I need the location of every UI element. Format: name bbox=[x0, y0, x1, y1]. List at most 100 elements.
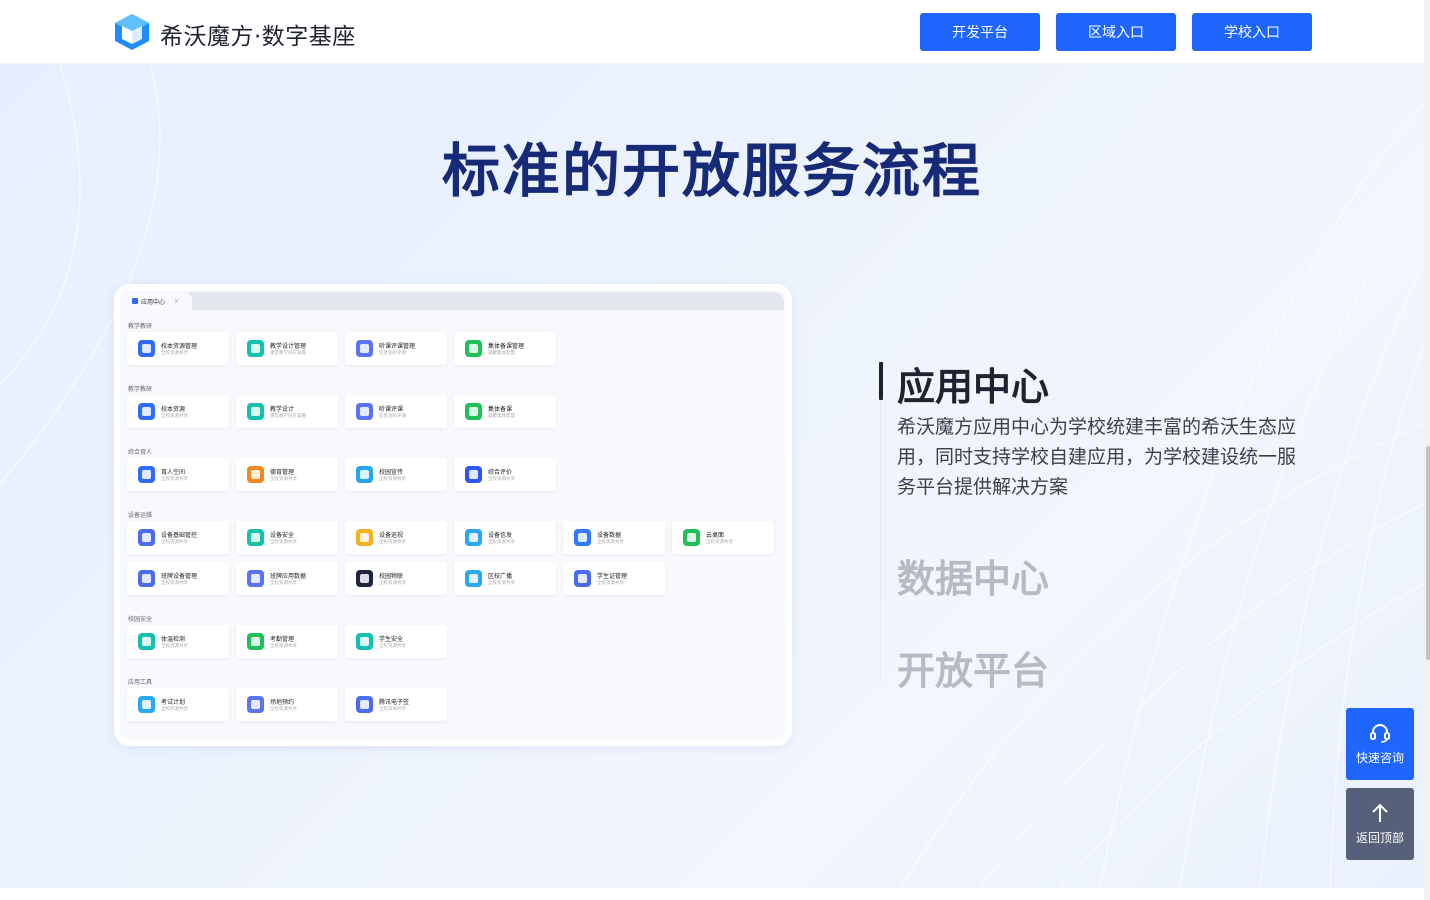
app-card[interactable]: 德育管理 全校资源共享 bbox=[236, 458, 338, 491]
app-card[interactable]: 校园物联 全校资源共享 bbox=[345, 562, 447, 595]
app-card[interactable]: 设备数据 全校资源共享 bbox=[563, 521, 665, 554]
app-card[interactable]: 校本资源管理 全校资源共享 bbox=[127, 332, 229, 365]
app-card-name: 德育管理 bbox=[270, 469, 295, 476]
close-icon[interactable]: × bbox=[174, 298, 179, 305]
tab-app-center[interactable]: 应用中心 × bbox=[126, 292, 192, 310]
app-card[interactable]: 班牌应用数据 全校资源共享 bbox=[236, 562, 338, 595]
app-card-desc: 全校资源共享 bbox=[706, 540, 733, 545]
quick-consult-label: 快速咨询 bbox=[1355, 750, 1404, 765]
app-card[interactable]: 综合评价 全校资源共享 bbox=[454, 458, 556, 491]
app-card[interactable]: 设备巡视 全校资源共享 bbox=[345, 521, 447, 554]
brand-logo-icon[interactable] bbox=[114, 13, 150, 51]
listen-icon bbox=[356, 403, 373, 420]
app-card[interactable]: 学生安全 全校资源共享 bbox=[345, 625, 447, 658]
app-card[interactable]: 设备信发 全校资源共享 bbox=[454, 521, 556, 554]
app-card-name: 听课评课管理 bbox=[379, 343, 416, 350]
cloud-desktop-icon bbox=[683, 529, 700, 546]
app-card[interactable]: 设备安全 全校资源共享 bbox=[236, 521, 338, 554]
app-card-desc: 全校资源共享 bbox=[379, 644, 406, 649]
app-card[interactable]: 场地预约 全校资源共享 bbox=[236, 688, 338, 721]
scrollbar-thumb[interactable] bbox=[1426, 446, 1430, 660]
app-card-name: 校本资源管理 bbox=[161, 343, 198, 350]
app-card-desc: 全校资源共享 bbox=[270, 644, 297, 649]
grid-icon bbox=[132, 298, 138, 304]
app-card[interactable]: 体温检测 全校资源共享 bbox=[127, 625, 229, 658]
app-card-desc: 全校资源共享 bbox=[161, 477, 188, 482]
app-card-name: 育人空间 bbox=[161, 469, 186, 476]
app-card-desc: 全校资源共享 bbox=[597, 581, 624, 586]
app-card-desc: 全校资源共享 bbox=[270, 581, 297, 586]
app-card[interactable]: 区校广播 全校资源共享 bbox=[454, 562, 556, 595]
app-card[interactable]: 设备基础管控 全校资源共享 bbox=[127, 521, 229, 554]
app-card-name: 区校广播 bbox=[488, 573, 513, 580]
section-heading: 综合育人 bbox=[128, 449, 153, 456]
device-icon bbox=[138, 529, 155, 546]
esign-icon bbox=[356, 696, 373, 713]
feature-app-center-title[interactable]: 应用中心 bbox=[897, 356, 1049, 411]
app-card-name: 考勤管理 bbox=[270, 636, 295, 643]
headset-icon bbox=[1370, 723, 1390, 743]
app-card-name: 集体备课 bbox=[488, 406, 513, 413]
app-card-name: 校园物联 bbox=[379, 573, 404, 580]
app-card-desc: 全校资源共享 bbox=[379, 540, 406, 545]
card-icon bbox=[574, 570, 591, 587]
doc-icon bbox=[138, 403, 155, 420]
quick-consult-button[interactable]: 快速咨询 bbox=[1346, 708, 1414, 780]
feature-data-center[interactable]: 数据中心 bbox=[897, 548, 1049, 603]
browser-tab-bar: 应用中心 × bbox=[126, 292, 784, 310]
thermometer-icon bbox=[138, 633, 155, 650]
design-icon bbox=[247, 403, 264, 420]
app-card[interactable]: 集体备课 凝聚集体智慧 bbox=[454, 395, 556, 428]
brand-name[interactable]: 希沃魔方·数字基座 bbox=[160, 17, 356, 51]
app-card-desc: 凝聚集体智慧 bbox=[488, 351, 515, 356]
app-card-name: 考试计划 bbox=[161, 699, 186, 706]
back-to-top-button[interactable]: 返回顶部 bbox=[1346, 788, 1414, 860]
app-card[interactable]: 班牌设备管理 全校资源共享 bbox=[127, 562, 229, 595]
app-card-desc: 全校资源共享 bbox=[379, 477, 406, 482]
app-card-name: 学生证管理 bbox=[597, 573, 628, 580]
student-icon bbox=[356, 633, 373, 650]
app-card-desc: 全校资源共享 bbox=[161, 581, 188, 586]
app-card-name: 教学设计 bbox=[270, 406, 295, 413]
app-card-desc: 全校资源共享 bbox=[270, 477, 297, 482]
app-card-name: 教学设计管理 bbox=[270, 343, 307, 350]
tab-label: 应用中心 bbox=[141, 298, 166, 306]
app-card[interactable]: 考试计划 全校资源共享 bbox=[127, 688, 229, 721]
app-card[interactable]: 云桌面 全校资源共享 bbox=[672, 521, 774, 554]
listen-icon bbox=[356, 340, 373, 357]
app-card-name: 综合评价 bbox=[488, 469, 513, 476]
app-card[interactable]: 集体备课管理 凝聚集体智慧 bbox=[454, 332, 556, 365]
dev-platform-button[interactable]: 开发平台 bbox=[920, 13, 1040, 51]
broadcast-icon bbox=[465, 529, 482, 546]
group-icon bbox=[465, 340, 482, 357]
app-card[interactable]: 教学设计 课堂教学同在掌握 bbox=[236, 395, 338, 428]
app-card[interactable]: 腾讯电子签 全校资源共享 bbox=[345, 688, 447, 721]
app-card[interactable]: 校园宣传 全校资源共享 bbox=[345, 458, 447, 491]
app-card[interactable]: 学生证管理 全校资源共享 bbox=[563, 562, 665, 595]
section-heading: 设备运维 bbox=[128, 512, 153, 519]
app-card[interactable]: 育人空间 全校资源共享 bbox=[127, 458, 229, 491]
app-card-desc: 全校资源共享 bbox=[379, 707, 406, 712]
board-icon bbox=[138, 570, 155, 587]
arrow-up-icon bbox=[1372, 803, 1388, 822]
app-card-name: 腾讯电子签 bbox=[379, 699, 410, 706]
radio-icon bbox=[465, 570, 482, 587]
app-card-desc: 凝聚集体智慧 bbox=[488, 414, 515, 419]
app-card-desc: 全校资源共享 bbox=[270, 707, 297, 712]
app-card-name: 云桌面 bbox=[706, 532, 725, 539]
section-heading: 教学教研 bbox=[128, 386, 153, 393]
section-heading: 应用工具 bbox=[128, 679, 153, 686]
app-card[interactable]: 听课评课管理 信息化听评课 bbox=[345, 332, 447, 365]
app-card[interactable]: 考勤管理 全校资源共享 bbox=[236, 625, 338, 658]
app-card[interactable]: 校本资源 全校资源共享 bbox=[127, 395, 229, 428]
app-card[interactable]: 听课评课 信息化听评课 bbox=[345, 395, 447, 428]
region-entry-button[interactable]: 区域入口 bbox=[1056, 13, 1176, 51]
planet-icon bbox=[138, 466, 155, 483]
app-card-desc: 全校资源共享 bbox=[161, 414, 188, 419]
app-card[interactable]: 教学设计管理 课堂教学同在掌握 bbox=[236, 332, 338, 365]
app-card-desc: 信息化听评课 bbox=[379, 414, 406, 419]
feature-open-platform[interactable]: 开放平台 bbox=[897, 640, 1049, 695]
app-card-desc: 全校资源共享 bbox=[597, 540, 624, 545]
app-card-desc: 信息化听评课 bbox=[379, 351, 406, 356]
school-entry-button[interactable]: 学校入口 bbox=[1192, 13, 1312, 51]
